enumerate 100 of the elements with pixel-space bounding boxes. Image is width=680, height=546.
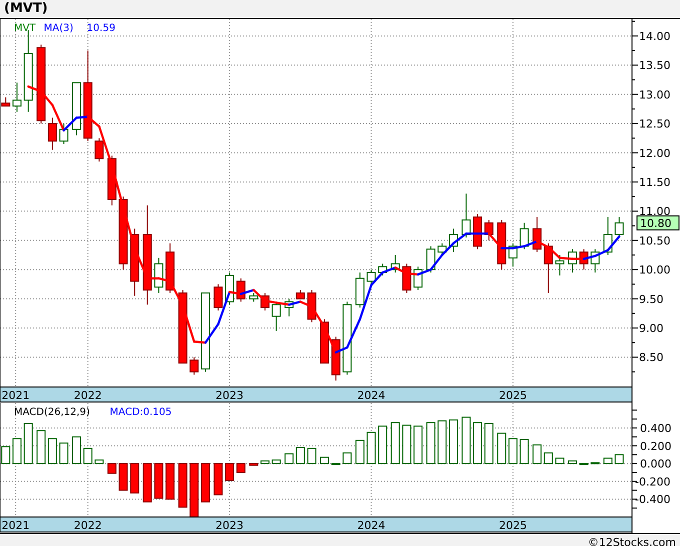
histogram-bar	[320, 456, 329, 464]
legend-label: 10.59	[86, 23, 116, 34]
x-axis-label: 2021	[2, 519, 30, 532]
candlestick	[154, 257, 164, 294]
candlestick	[260, 292, 270, 311]
y-axis-label: 12.00	[639, 146, 670, 160]
histogram-bar	[214, 463, 223, 496]
candlestick	[402, 263, 412, 294]
histogram-bar	[532, 444, 542, 464]
histogram-bar	[438, 420, 447, 464]
histogram-bar	[497, 432, 506, 464]
candlestick	[59, 123, 68, 144]
histogram-bar	[118, 463, 128, 491]
candlestick	[544, 242, 553, 294]
candlestick	[130, 228, 140, 296]
legend-label: MACD:0.105	[110, 407, 172, 418]
y-axis-label: -0.400	[635, 493, 670, 506]
legend-label: MACD(26,12,9)	[14, 407, 90, 418]
histogram-bar	[342, 452, 352, 464]
candlestick	[378, 263, 388, 276]
candlestick	[579, 248, 588, 270]
candlestick	[272, 301, 281, 332]
histogram-bar	[236, 463, 246, 473]
candlestick	[236, 278, 246, 302]
candlestick	[603, 216, 612, 256]
x-axis-label: 2023	[216, 519, 244, 532]
candlestick	[48, 117, 57, 150]
histogram-bar	[355, 440, 364, 464]
candlestick	[296, 290, 305, 300]
y-axis-label: 10.50	[639, 234, 670, 248]
histogram-bar	[462, 416, 471, 464]
histogram-bar	[448, 419, 458, 464]
histogram-bar	[296, 447, 305, 464]
histogram-bar	[390, 422, 400, 464]
candlestick	[462, 193, 471, 238]
candlestick	[320, 318, 329, 364]
histogram-bar	[36, 430, 46, 464]
legend-label: MVT	[14, 23, 36, 34]
candlestick	[284, 298, 294, 317]
histogram-bar	[579, 463, 588, 466]
histogram-bar	[94, 460, 104, 464]
histogram-bar	[603, 458, 612, 464]
histogram-bar	[508, 438, 518, 464]
histogram-bar	[260, 460, 270, 464]
y-axis-label: 9.50	[639, 292, 664, 306]
histogram-bar	[366, 432, 376, 464]
candlestick	[94, 138, 104, 162]
x-axis-label: 2023	[216, 389, 244, 402]
candlestick	[448, 228, 458, 253]
candlestick	[366, 269, 376, 285]
histogram-bar	[166, 463, 175, 500]
histogram-bar	[190, 463, 199, 518]
x-axis-label: 2024	[357, 389, 386, 402]
y-axis-label: 9.00	[639, 322, 664, 335]
histogram-bar	[154, 463, 164, 499]
candlestick	[590, 248, 600, 273]
candlestick	[497, 219, 506, 270]
x-axis-label: 2022	[74, 389, 102, 402]
histogram-bar	[12, 438, 22, 464]
y-axis-label: 0.200	[640, 440, 672, 453]
candlestick	[166, 242, 175, 294]
candlestick	[249, 292, 258, 302]
x-axis-label: 2025	[498, 519, 527, 532]
histogram-bar	[272, 460, 281, 464]
candlestick	[484, 219, 494, 241]
y-axis-label: 13.00	[639, 88, 670, 102]
candlestick	[355, 272, 364, 308]
x-axis-label: 2025	[498, 389, 527, 402]
histogram-bar	[178, 463, 188, 508]
candlestick	[1, 96, 10, 107]
histogram-bar	[544, 452, 553, 464]
histogram-bar	[402, 424, 412, 464]
x-axis-label: 2021	[2, 389, 30, 402]
histogram-bar	[555, 458, 564, 464]
histogram-bar	[142, 463, 152, 502]
candlestick	[214, 284, 223, 311]
histogram-bar	[130, 463, 140, 494]
histogram-bar	[378, 426, 388, 464]
histogram-bar	[24, 422, 33, 464]
histogram-bar	[520, 439, 529, 464]
y-axis-label: 13.50	[639, 59, 670, 72]
histogram-bar	[484, 422, 494, 464]
y-axis-label: -0.200	[635, 475, 670, 488]
histogram-bar	[107, 463, 116, 474]
candlestick	[520, 222, 529, 250]
histogram-bar	[473, 422, 482, 464]
candlestick	[72, 82, 82, 136]
candlestick	[12, 82, 22, 112]
histogram-bar	[414, 426, 423, 464]
histogram-bar	[72, 436, 82, 464]
y-axis-label: 12.50	[639, 118, 670, 131]
histogram-bar	[568, 460, 577, 464]
y-axis-label: 0.400	[640, 422, 672, 435]
candlestick	[532, 216, 542, 253]
histogram-bar	[48, 438, 57, 464]
histogram-bar	[614, 454, 624, 464]
candlestick	[390, 254, 400, 273]
histogram-bar	[200, 463, 210, 502]
y-axis-label: 11.50	[639, 176, 670, 189]
histogram-bar	[307, 448, 316, 464]
